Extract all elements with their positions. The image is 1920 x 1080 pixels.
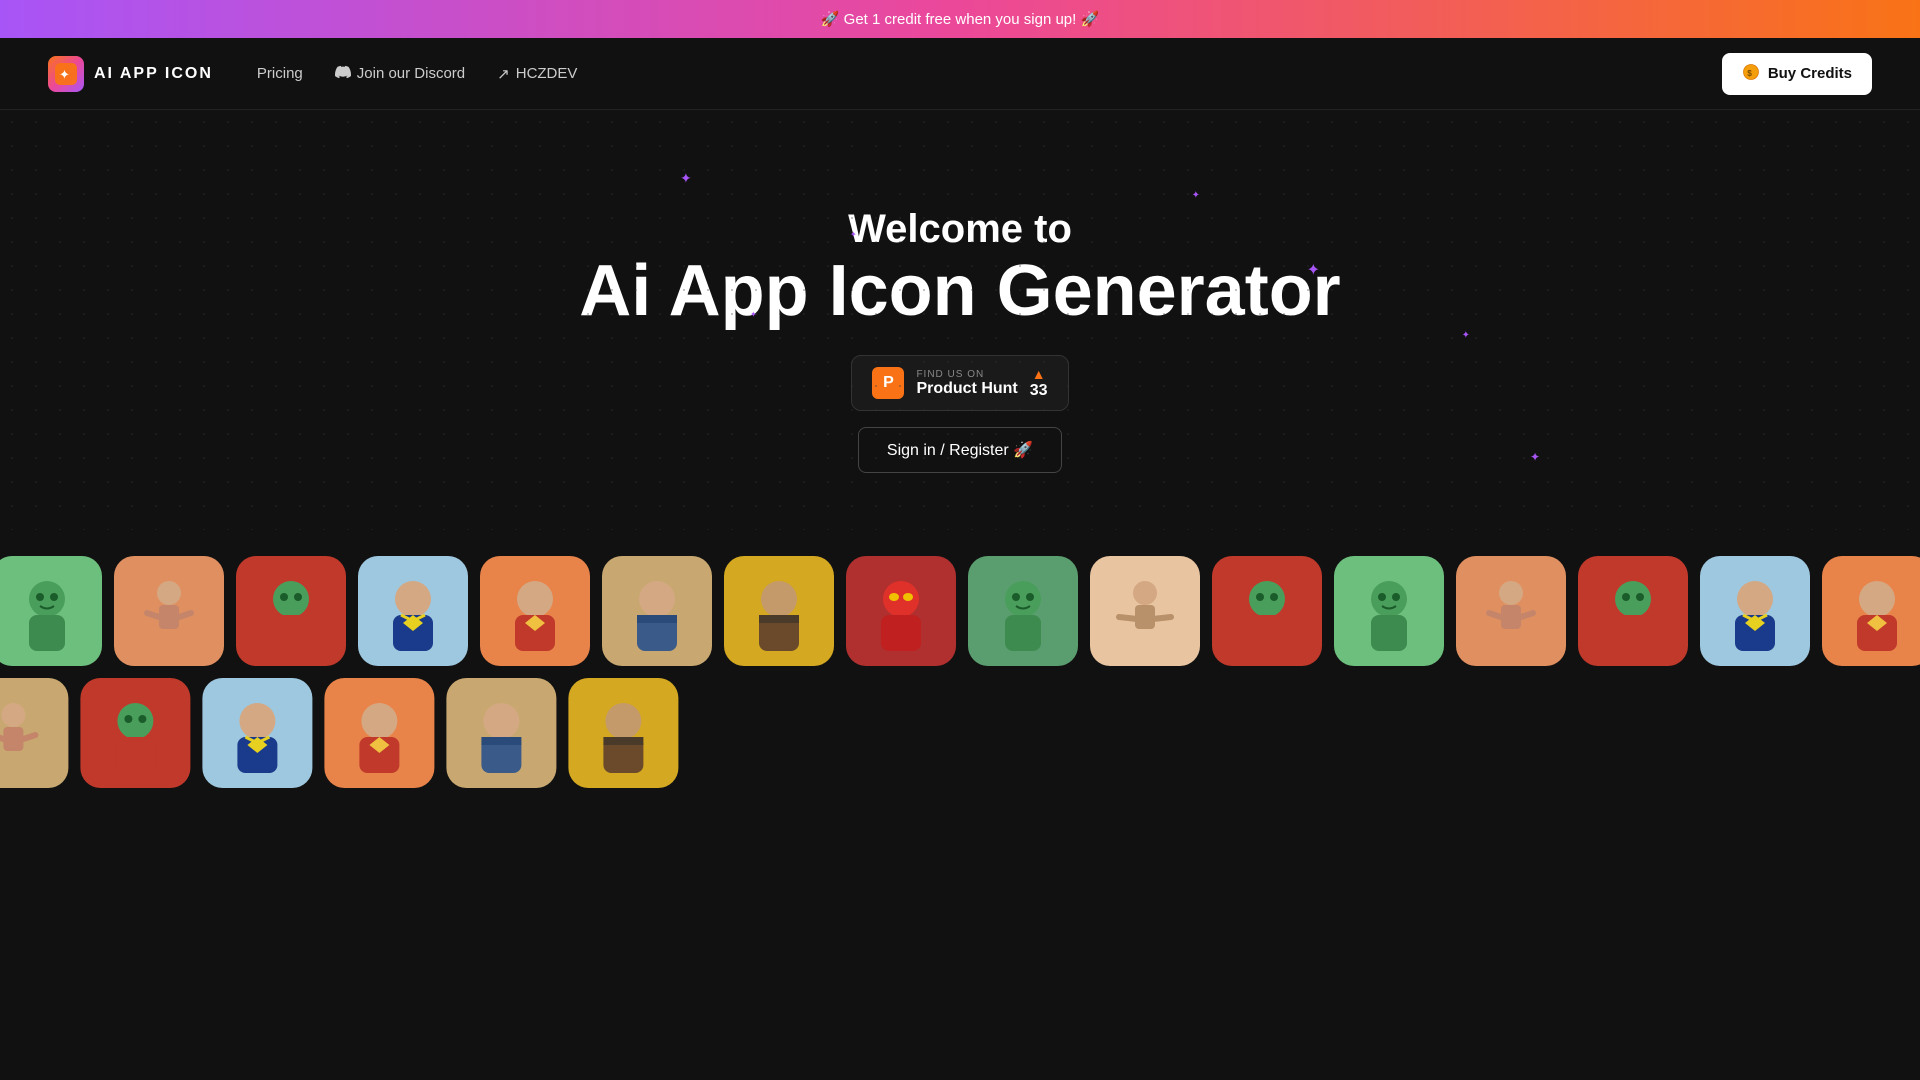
buy-credits-label: Buy Credits — [1768, 65, 1852, 82]
star-decoration-5: ✦ — [1462, 330, 1470, 341]
ph-text: FIND US ON Product Hunt — [916, 369, 1017, 398]
banner-text: 🚀 Get 1 credit free when you sign up! 🚀 — [821, 11, 1099, 28]
icon-gallery — [0, 550, 1920, 794]
svg-text:✦: ✦ — [59, 67, 70, 82]
hero-section: ✦ ✦ ✦ ✦ ✦ ✦ ✦ Welcome to Ai App Icon Gen… — [0, 110, 1920, 530]
promo-banner: 🚀 Get 1 credit free when you sign up! 🚀 — [0, 0, 1920, 38]
hero-title: Ai App Icon Generator — [579, 252, 1340, 331]
discord-link[interactable]: Join our Discord — [323, 56, 477, 92]
svg-text:$: $ — [1747, 68, 1752, 77]
product-hunt-badge[interactable]: P FIND US ON Product Hunt ▲ 33 — [851, 355, 1068, 411]
nav-links: Pricing Join our Discord ↗ HCZDEV — [245, 56, 590, 92]
hczdev-icon: ↗ — [497, 65, 510, 83]
ph-count: ▲ 33 — [1030, 366, 1048, 400]
pricing-label: Pricing — [257, 65, 303, 82]
discord-icon — [335, 64, 351, 84]
star-decoration-1: ✦ — [680, 170, 692, 187]
discord-label: Join our Discord — [357, 65, 465, 82]
credits-coin-icon: $ — [1742, 63, 1760, 85]
star-decoration-2: ✦ — [1192, 190, 1200, 201]
pricing-link[interactable]: Pricing — [245, 57, 315, 90]
hczdev-label: HCZDEV — [516, 65, 578, 82]
navbar: ✦ AI APP ICON Pricing Join our Discord ↗… — [0, 38, 1920, 110]
ph-icon: P — [872, 367, 904, 399]
ph-name: Product Hunt — [916, 380, 1017, 398]
ph-number: 33 — [1030, 382, 1048, 400]
ph-arrow-icon: ▲ — [1032, 366, 1046, 382]
star-decoration-7: ✦ — [1530, 450, 1540, 464]
logo-icon: ✦ — [48, 56, 84, 92]
logo-text: AI APP ICON — [94, 65, 213, 83]
ph-find-label: FIND US ON — [916, 369, 1017, 380]
icon-row-1 — [0, 550, 1908, 672]
hero-subtitle: Welcome to — [848, 207, 1072, 252]
signin-button[interactable]: Sign in / Register 🚀 — [858, 427, 1062, 473]
signin-label: Sign in / Register 🚀 — [887, 442, 1033, 459]
buy-credits-button[interactable]: $ Buy Credits — [1722, 53, 1872, 95]
hczdev-link[interactable]: ↗ HCZDEV — [485, 57, 589, 91]
logo[interactable]: ✦ AI APP ICON — [48, 56, 213, 92]
